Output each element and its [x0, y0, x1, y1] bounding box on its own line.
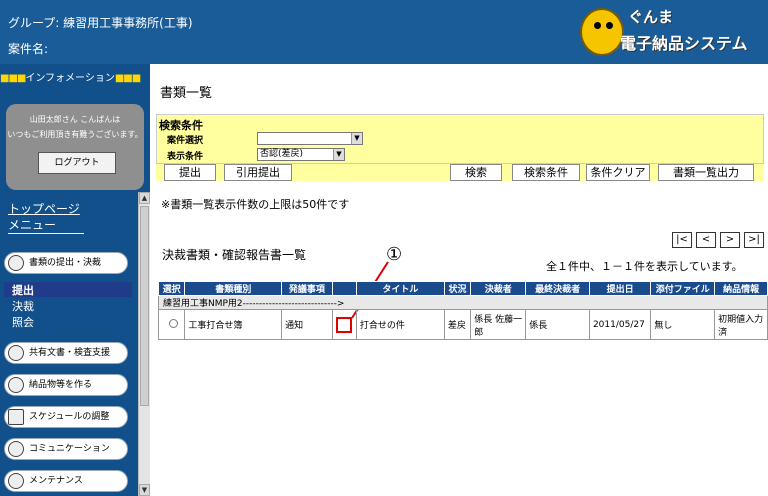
- submit-button[interactable]: 提出: [164, 164, 216, 181]
- table-header-row: 選択 書類種別 発議事項 タイトル 状況 決裁者 最終決裁者 提出日 添付ファイ…: [157, 281, 768, 296]
- system-logo: ぐんま 電子納品システム: [580, 4, 760, 60]
- search-panel: 検索条件 案件選択 ▼ 表示条件 否認(差戻) ▼: [156, 114, 764, 164]
- sidebar: ■■■インフォメーション■■■ 山田太郎さん こんばんは いつもご利用頂き有難う…: [0, 64, 150, 496]
- case-name-label: 案件名:: [8, 42, 49, 56]
- scroll-thumb[interactable]: [140, 206, 149, 406]
- sub-item-approve[interactable]: 決裁: [4, 298, 132, 313]
- document-icon: [8, 345, 24, 361]
- logo-text-1: ぐんま: [628, 8, 674, 26]
- col-title: タイトル: [355, 281, 445, 296]
- cell-delivery-info: 初期値入力済: [714, 309, 768, 340]
- col-submit-date: 提出日: [588, 281, 652, 296]
- display-condition-select[interactable]: 否認(差戻) ▼: [257, 148, 345, 161]
- annotation-marker: ①: [386, 244, 403, 265]
- cell-status: 差戻: [443, 309, 472, 340]
- cell-submit-date: 2011/05/27: [588, 309, 652, 340]
- nav-label: メンテナンス: [29, 476, 83, 486]
- group-label: グループ: 練習用工事事務所(工事): [8, 16, 193, 30]
- col-doc-type: 書類種別: [184, 281, 283, 296]
- pager-prev-button[interactable]: <: [696, 232, 716, 248]
- col-check: [331, 281, 357, 296]
- cell-approver: 係長 佐藤一郎: [470, 309, 527, 340]
- document-table: 選択 書類種別 発議事項 タイトル 状況 決裁者 最終決裁者 提出日 添付ファイ…: [157, 281, 768, 340]
- nav-label: 書類の提出・決裁: [29, 258, 102, 268]
- wrench-icon: [8, 473, 24, 489]
- search-button[interactable]: 検索: [450, 164, 502, 181]
- table-row: 工事打合せ簿 通知 打合せの件 差戻 係長 佐藤一郎 係長 2011/05/27…: [157, 309, 768, 340]
- cell-attachments: 無し: [650, 309, 716, 340]
- logout-button[interactable]: ログアウト: [38, 152, 116, 174]
- menu-heading: メニュー: [8, 216, 84, 234]
- chevron-down-icon: ▼: [351, 133, 362, 144]
- col-delivery-info: 納品情報: [714, 281, 768, 296]
- user-panel: 山田太郎さん こんばんは いつもご利用頂き有難うございます。 ログアウト: [6, 104, 144, 190]
- col-attachments: 添付ファイル: [650, 281, 716, 296]
- search-condition-button[interactable]: 検索条件: [512, 164, 580, 181]
- display-condition-value: 否認(差戻): [260, 149, 304, 159]
- header-bar: グループ: 練習用工事事務所(工事) 案件名: ぐんま 電子納品システム: [0, 0, 768, 64]
- calendar-icon: [8, 409, 24, 425]
- nav-shared-docs[interactable]: 共有文書・検査支援: [4, 342, 128, 364]
- nav-maintenance[interactable]: メンテナンス: [4, 470, 128, 492]
- sub-item-submit[interactable]: 提出: [4, 282, 132, 297]
- information-label: インフォメーション: [25, 73, 115, 84]
- export-list-button[interactable]: 書類一覧出力: [658, 164, 754, 181]
- information-bar: ■■■インフォメーション■■■: [0, 73, 141, 84]
- nav-label: 共有文書・検査支援: [29, 348, 111, 358]
- page-title: 書類一覧: [160, 86, 213, 101]
- chevron-down-icon: ▼: [333, 149, 344, 160]
- mail-icon: [8, 441, 24, 457]
- sub-item-inquiry[interactable]: 照会: [4, 314, 132, 329]
- document-icon: [8, 255, 24, 271]
- top-page-link[interactable]: トップページ: [8, 200, 80, 217]
- row-checkbox[interactable]: [336, 316, 353, 333]
- nav-label: コミュニケーション: [29, 444, 110, 454]
- logo-text-2: 電子納品システム: [620, 34, 748, 53]
- row-radio[interactable]: [168, 318, 178, 328]
- cell-final-approver: 係長: [525, 309, 590, 340]
- cell-proposal: 通知: [281, 309, 333, 340]
- nav-label: 納品物等を作る: [29, 380, 93, 390]
- group-label: 練習用工事NMP用2----------------------------->: [158, 295, 768, 310]
- cell-doc-type: 工事打合せ簿: [184, 309, 283, 340]
- nav-communication[interactable]: コミュニケーション: [4, 438, 128, 460]
- nav-deliverables[interactable]: 納品物等を作る: [4, 374, 128, 396]
- sidebar-scrollbar[interactable]: ▲ ▼: [138, 192, 150, 496]
- col-select: 選択: [157, 281, 186, 296]
- scroll-down-icon[interactable]: ▼: [139, 484, 150, 496]
- col-approver: 決裁者: [470, 281, 527, 296]
- result-count: 全１件中、１－１件を表示しています。: [546, 260, 743, 273]
- case-select-label: 案件選択: [167, 136, 204, 146]
- scroll-up-icon[interactable]: ▲: [139, 192, 150, 204]
- clear-condition-button[interactable]: 条件クリア: [586, 164, 650, 181]
- pager-next-button[interactable]: >: [720, 232, 740, 248]
- user-thanks: いつもご利用頂き有難うございます。: [7, 130, 143, 139]
- search-header: 検索条件: [159, 119, 203, 132]
- cell-title: 打合せの件: [355, 309, 445, 340]
- disc-icon: [8, 377, 24, 393]
- col-status: 状況: [443, 281, 472, 296]
- col-final-approver: 最終決裁者: [525, 281, 590, 296]
- mascot-icon: [580, 8, 624, 56]
- user-greeting: 山田太郎さん こんばんは: [29, 115, 121, 124]
- nav-label: スケジュールの調整: [29, 412, 110, 422]
- display-condition-label: 表示条件: [167, 152, 204, 162]
- limit-note: ※書類一覧表示件数の上限は50件です: [161, 198, 350, 211]
- nav-schedule[interactable]: スケジュールの調整: [4, 406, 128, 428]
- pager-first-button[interactable]: |<: [672, 232, 692, 248]
- nav-document-submit[interactable]: 書類の提出・決裁: [4, 252, 128, 274]
- pager-last-button[interactable]: >|: [744, 232, 764, 248]
- case-select[interactable]: ▼: [257, 132, 363, 145]
- group-row: 練習用工事NMP用2----------------------------->: [158, 295, 768, 310]
- col-proposal: 発議事項: [281, 281, 333, 296]
- list-subtitle: 決裁書類・確認報告書一覧: [162, 248, 307, 262]
- citation-submit-button[interactable]: 引用提出: [224, 164, 292, 181]
